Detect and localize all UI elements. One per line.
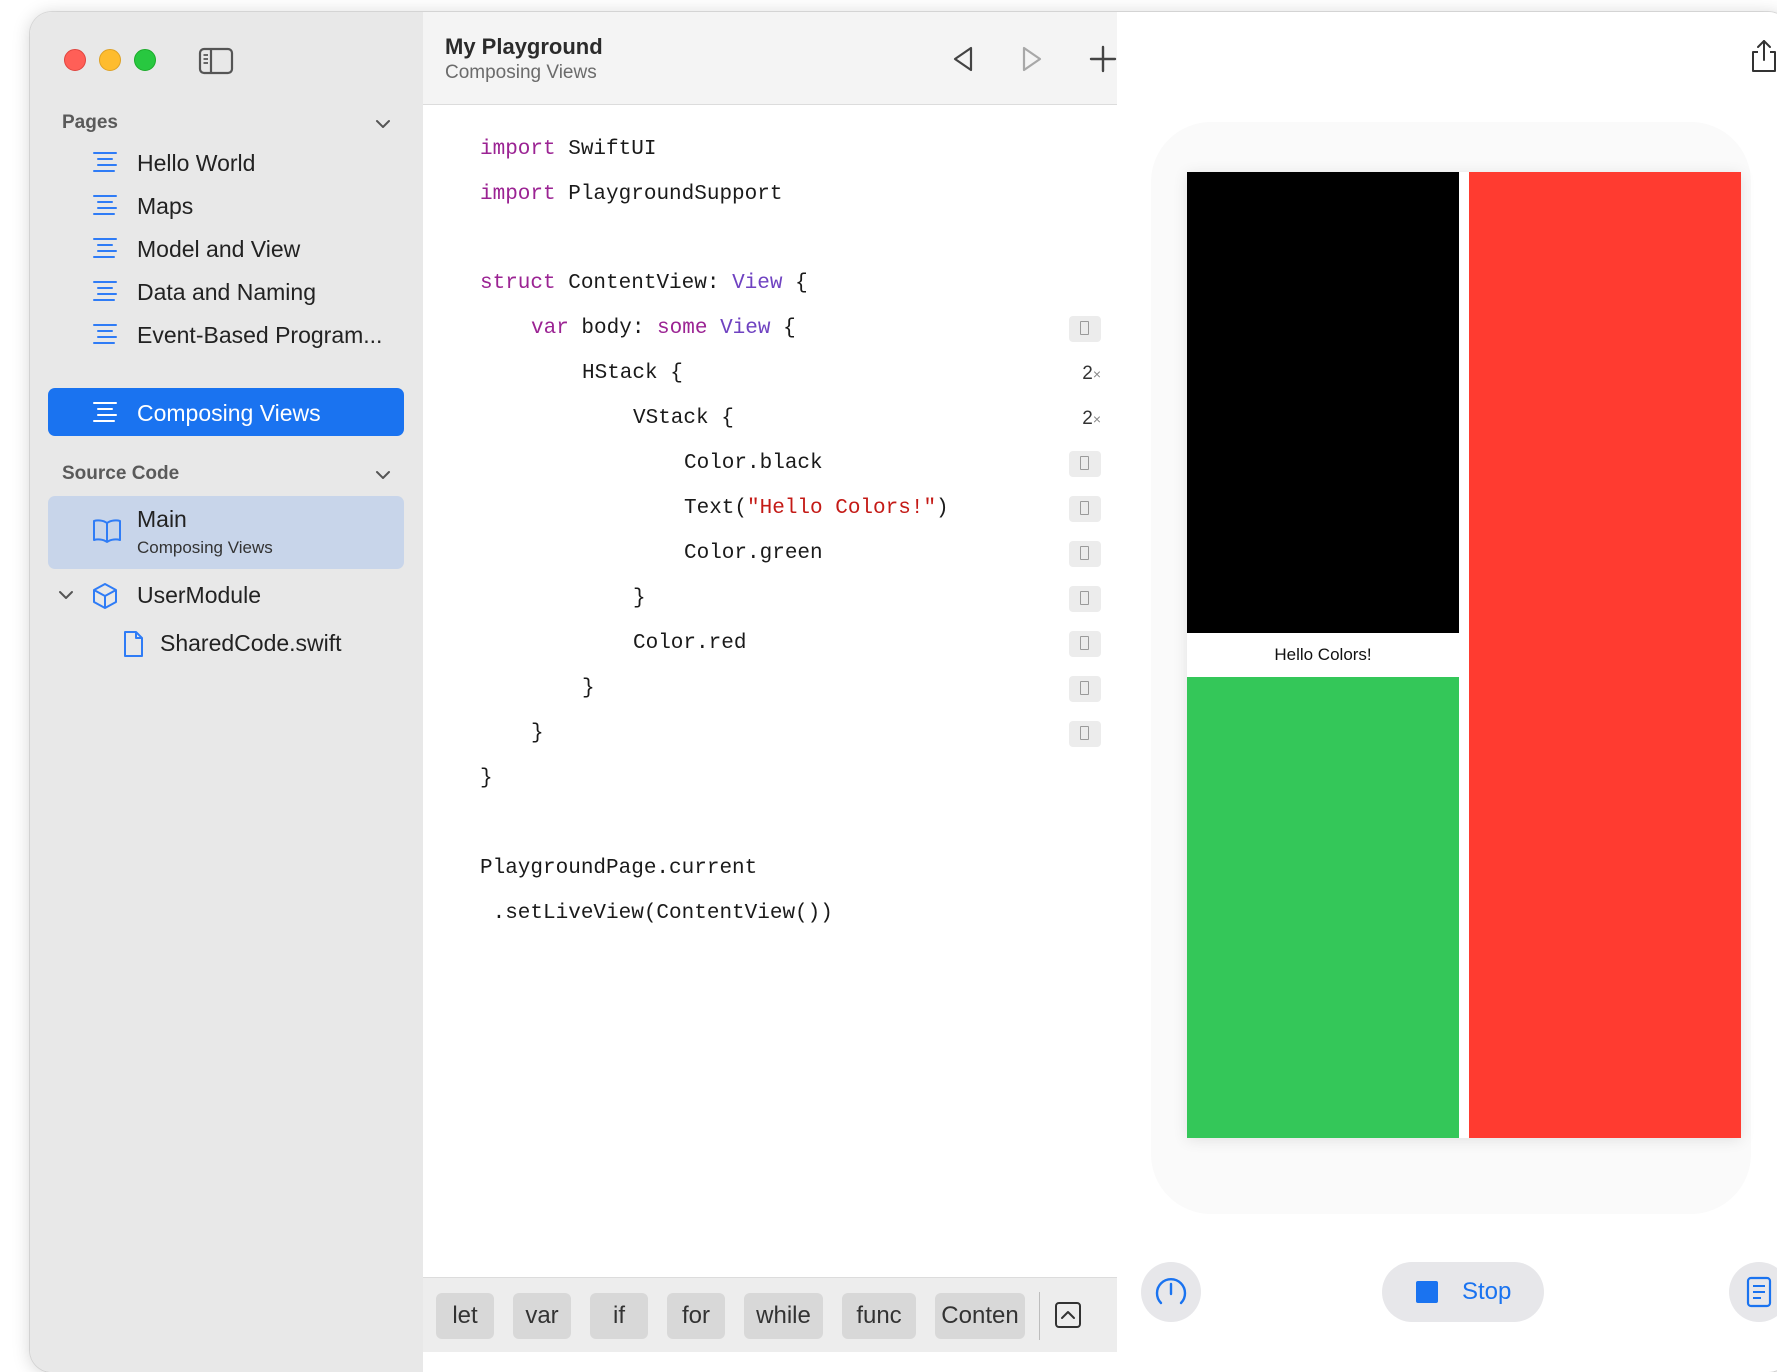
code-line: VStack { 2× xyxy=(633,407,1101,430)
close-window-button[interactable] xyxy=(64,49,86,71)
color-black-view xyxy=(1187,172,1459,633)
cube-icon xyxy=(93,583,117,609)
shortcut-while[interactable]: while xyxy=(744,1293,823,1339)
code-line: } xyxy=(423,673,1117,707)
result-preview-button[interactable] xyxy=(1069,316,1101,342)
shared-code-label: SharedCode.swift xyxy=(160,630,342,656)
chevron-up-icon[interactable] xyxy=(1053,1300,1083,1330)
shortcut-for[interactable]: for xyxy=(667,1293,725,1339)
shortcut-contentview[interactable]: Conten xyxy=(935,1293,1025,1339)
result-preview-button[interactable] xyxy=(1069,541,1101,567)
file-icon xyxy=(124,631,143,657)
result-preview-button[interactable] xyxy=(1069,586,1101,612)
code-line: import SwiftUI xyxy=(480,138,657,161)
sidebar-page-model-and-view[interactable]: Model and View xyxy=(48,224,404,272)
editor-toolbar: My Playground Composing Views xyxy=(423,12,1117,105)
shortcut-divider xyxy=(1039,1292,1040,1340)
sidebar-page-label: Composing Views xyxy=(137,400,321,426)
document-icon xyxy=(1746,1276,1772,1308)
sidebar-page-label: Maps xyxy=(137,193,194,219)
result-preview-button[interactable] xyxy=(1069,451,1101,477)
code-line: PlaygroundPage.current xyxy=(480,857,758,880)
add-icon[interactable] xyxy=(1086,42,1120,76)
result-count-badge[interactable]: 2× xyxy=(1082,363,1101,385)
result-preview-button[interactable] xyxy=(1069,631,1101,657)
color-red-view xyxy=(1469,172,1741,1138)
code-line: HStack { 2× xyxy=(582,362,1101,385)
share-icon[interactable] xyxy=(1749,38,1777,74)
result-preview-button[interactable] xyxy=(1069,676,1101,702)
code-line: var body: some View { xyxy=(423,313,1117,347)
result-count-badge[interactable]: 2× xyxy=(1082,408,1101,430)
shortcut-var[interactable]: var xyxy=(513,1293,571,1339)
sidebar-page-label: Event-Based Program... xyxy=(137,322,383,348)
result-preview-button[interactable] xyxy=(1069,721,1101,747)
live-view-pane: Hello Colors! Stop xyxy=(1117,12,1777,1372)
zoom-window-button[interactable] xyxy=(134,49,156,71)
pages-section-header: Pages xyxy=(62,112,118,133)
sidebar-page-label: Data and Naming xyxy=(137,279,316,305)
code-line: } xyxy=(423,718,1117,752)
documentation-button[interactable] xyxy=(1729,1262,1777,1322)
chevron-down-icon[interactable] xyxy=(58,587,74,603)
color-green-view xyxy=(1187,677,1459,1138)
sidebar-page-event-based-programming[interactable]: Event-Based Program... xyxy=(48,310,404,358)
next-page-icon[interactable] xyxy=(1014,42,1048,76)
sidebar-item-user-module[interactable]: UserModule xyxy=(30,576,423,616)
book-icon xyxy=(93,519,121,543)
result-preview-button[interactable] xyxy=(1069,496,1101,522)
hello-colors-text: Hello Colors! xyxy=(1274,645,1372,664)
code-line: Color.black xyxy=(423,448,1117,482)
sidebar-page-label: Hello World xyxy=(137,150,256,176)
page-lines-icon xyxy=(93,152,117,172)
user-module-label: UserModule xyxy=(137,582,261,608)
sidebar-item-main[interactable]: Main Composing Views xyxy=(48,496,404,569)
shortcut-let[interactable]: let xyxy=(436,1293,494,1339)
page-lines-icon xyxy=(93,195,117,215)
code-line: struct ContentView: View { xyxy=(480,272,808,295)
code-line: Color.red xyxy=(423,628,1117,662)
sidebar-page-hello-world[interactable]: Hello World xyxy=(48,138,404,186)
code-line: Text("Hello Colors!") xyxy=(423,493,1117,527)
code-line: } xyxy=(480,767,493,790)
page-lines-icon xyxy=(93,324,117,344)
sidebar-page-maps[interactable]: Maps xyxy=(48,181,404,229)
code-line: import PlaygroundSupport xyxy=(480,183,783,206)
page-lines-icon xyxy=(93,238,117,258)
sidebar-toggle-icon[interactable] xyxy=(198,46,234,76)
stop-button[interactable]: Stop xyxy=(1382,1262,1544,1322)
live-view-canvas[interactable]: Hello Colors! xyxy=(1187,172,1741,1138)
main-item-title: Main xyxy=(137,506,187,532)
previous-page-icon[interactable] xyxy=(947,42,981,76)
source-code-section-header: Source Code xyxy=(62,463,180,484)
sidebar-page-composing-views[interactable]: Composing Views xyxy=(48,388,404,436)
playgrounds-window: Pages Hello World Maps Model and View Da… xyxy=(30,12,1777,1372)
chevron-down-icon[interactable] xyxy=(374,115,392,133)
code-line: Color.green xyxy=(423,538,1117,572)
gauge-icon xyxy=(1155,1278,1187,1305)
code-line: .setLiveView(ContentView()) xyxy=(480,902,833,925)
chevron-down-icon[interactable] xyxy=(374,466,392,484)
stop-icon xyxy=(1416,1281,1438,1303)
sidebar-page-label: Model and View xyxy=(137,236,301,262)
sidebar-page-data-and-naming[interactable]: Data and Naming xyxy=(48,267,404,315)
sidebar-item-shared-code[interactable]: SharedCode.swift xyxy=(30,624,423,664)
shortcut-if[interactable]: if xyxy=(590,1293,648,1339)
shortcut-func[interactable]: func xyxy=(842,1293,916,1339)
keyword-shortcut-bar: let var if for while func Conten xyxy=(423,1277,1117,1352)
code-editor-pane: My Playground Composing Views import Swi… xyxy=(423,12,1118,1372)
page-subtitle: Composing Views xyxy=(445,62,597,83)
code-line: } xyxy=(423,583,1117,617)
page-lines-icon xyxy=(93,281,117,301)
page-lines-icon xyxy=(93,402,117,422)
playground-title: My Playground xyxy=(445,34,603,59)
minimize-window-button[interactable] xyxy=(99,49,121,71)
stop-label: Stop xyxy=(1462,1278,1512,1305)
speed-meter-button[interactable] xyxy=(1141,1262,1201,1322)
sidebar: Pages Hello World Maps Model and View Da… xyxy=(30,12,424,1372)
main-item-subtitle: Composing Views xyxy=(137,538,273,557)
